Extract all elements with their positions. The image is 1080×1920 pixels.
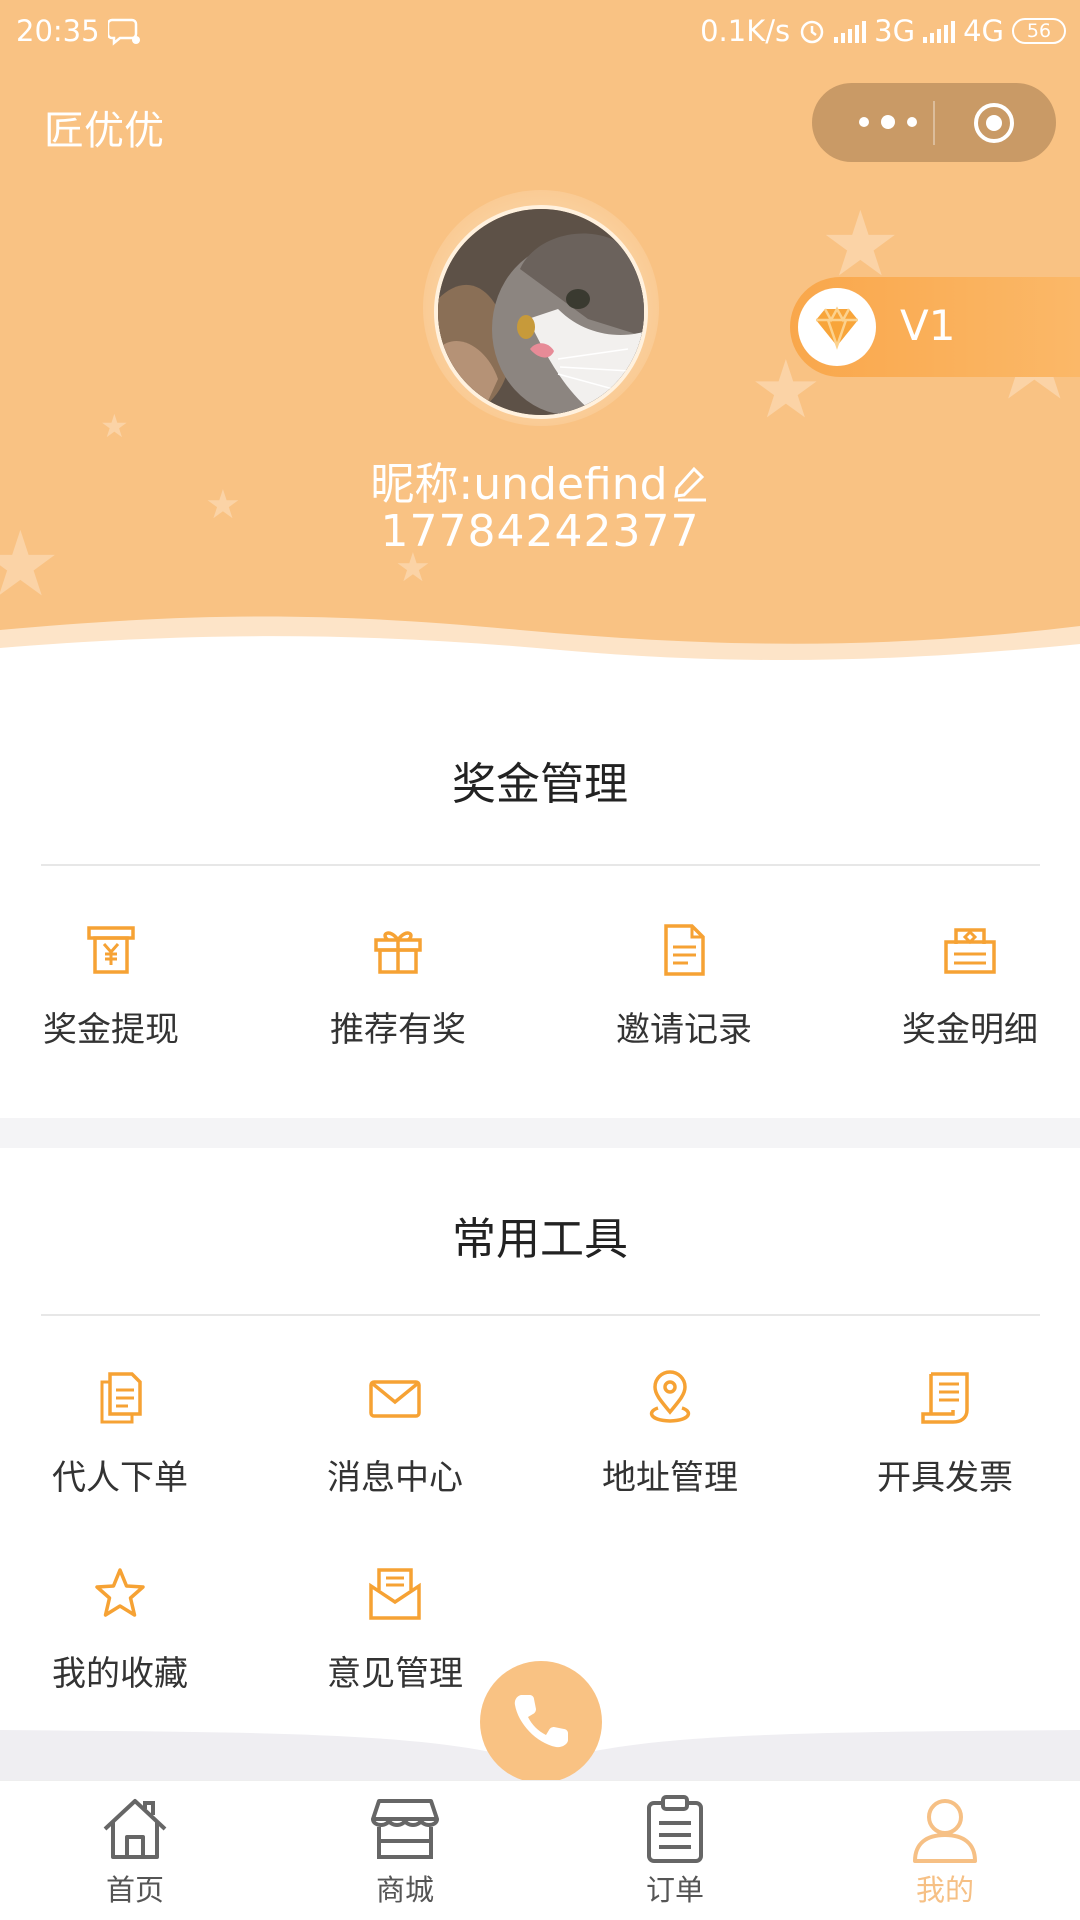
mini-program-capsule xyxy=(812,83,1056,162)
tool-item-label: 地址管理 xyxy=(602,1458,738,1498)
user-icon xyxy=(913,1799,977,1863)
section-separator xyxy=(0,1118,1080,1148)
shop-icon xyxy=(371,1799,439,1859)
order-for-others-button[interactable]: 代人下单 xyxy=(10,1370,230,1499)
phone-icon xyxy=(514,1695,568,1748)
clipboard-icon xyxy=(647,1795,703,1863)
phone-number: 17784242377 xyxy=(380,506,700,557)
my-favorites-button[interactable]: 我的收藏 xyxy=(10,1566,230,1695)
more-dots-icon[interactable] xyxy=(848,110,928,134)
bonus-section-divider xyxy=(41,864,1040,866)
tools-section-title: 常用工具 xyxy=(452,1214,628,1265)
network-speed: 0.1K/s xyxy=(700,14,791,48)
invite-records-button[interactable]: 邀请记录 xyxy=(574,922,794,1051)
edit-pencil-icon[interactable] xyxy=(670,463,710,503)
document-icon xyxy=(664,924,705,976)
tab-shop[interactable]: 商城 xyxy=(315,1793,495,1909)
header-wave xyxy=(0,616,1080,680)
close-miniprogram-icon[interactable] xyxy=(972,101,1016,145)
tool-item-label: 意见管理 xyxy=(327,1654,463,1694)
mail-icon xyxy=(369,1380,421,1418)
alarm-icon xyxy=(800,20,824,44)
call-button[interactable] xyxy=(480,1661,602,1783)
tab-home[interactable]: 首页 xyxy=(45,1793,225,1909)
cat-photo-icon xyxy=(438,209,644,415)
bonus-section-title: 奖金管理 xyxy=(452,759,628,810)
bonus-item-label: 奖金明细 xyxy=(902,1010,1038,1050)
message-center-button[interactable]: 消息中心 xyxy=(285,1370,505,1499)
decor-star: ★ xyxy=(100,407,129,445)
status-right-group: 0.1K/s 3G 4G 56 xyxy=(700,14,1066,48)
tab-label: 首页 xyxy=(105,1873,164,1907)
status-bar: 20:35 0.1K/s 3G 4G 56 xyxy=(0,0,1080,62)
capsule-divider xyxy=(933,101,935,145)
battery-level: 56 xyxy=(1026,20,1052,42)
tool-item-label: 开具发票 xyxy=(877,1458,1013,1498)
home-icon xyxy=(103,1799,167,1859)
diamond-icon xyxy=(816,306,858,350)
invoice-icon xyxy=(921,1372,969,1424)
network-type-2: 4G xyxy=(963,14,1004,48)
status-time: 20:35 xyxy=(16,14,100,48)
address-management-button[interactable]: 地址管理 xyxy=(560,1370,780,1499)
bonus-item-label: 推荐有奖 xyxy=(330,1010,466,1050)
avatar[interactable] xyxy=(434,205,648,419)
bonus-withdraw-button[interactable]: 奖金提现 xyxy=(1,922,221,1051)
tool-item-label: 我的收藏 xyxy=(52,1654,188,1694)
bonus-item-label: 奖金提现 xyxy=(43,1010,179,1050)
tool-item-label: 消息中心 xyxy=(327,1458,463,1498)
star-icon xyxy=(95,1568,145,1617)
tab-label: 我的 xyxy=(915,1873,974,1907)
battery-icon: 56 xyxy=(1012,18,1066,44)
member-level-badge[interactable]: V1 xyxy=(790,277,1080,377)
network-type-1: 3G xyxy=(874,14,916,48)
bonus-detail-icon xyxy=(944,928,996,974)
location-pin-icon xyxy=(649,1370,691,1423)
feedback-envelope-icon xyxy=(369,1568,421,1620)
nickname-text: 昵称:undefind xyxy=(370,459,668,510)
order-copy-icon xyxy=(100,1372,142,1424)
tab-mine[interactable]: 我的 xyxy=(855,1793,1035,1909)
level-label: V1 xyxy=(900,301,956,350)
feedback-management-button[interactable]: 意见管理 xyxy=(285,1566,505,1695)
level-icon-circle xyxy=(798,288,876,366)
tab-label: 商城 xyxy=(375,1873,434,1907)
tab-label: 订单 xyxy=(645,1873,704,1907)
tools-section-divider xyxy=(41,1314,1040,1316)
nickname-row[interactable]: 昵称:undefind xyxy=(0,448,1080,512)
tool-item-label: 代人下单 xyxy=(52,1458,188,1498)
tab-orders[interactable]: 订单 xyxy=(585,1793,765,1909)
bottom-tab-bar: 首页 商城 订单 我的 xyxy=(0,1780,1080,1920)
app-title: 匠优优 xyxy=(44,108,164,154)
referral-reward-button[interactable]: 推荐有奖 xyxy=(288,922,508,1051)
bonus-details-button[interactable]: 奖金明细 xyxy=(860,922,1080,1051)
signal-icon xyxy=(923,19,956,43)
bonus-item-label: 邀请记录 xyxy=(616,1010,752,1050)
issue-invoice-button[interactable]: 开具发票 xyxy=(835,1370,1055,1499)
signal-icon xyxy=(834,19,867,43)
chat-bubble-icon xyxy=(108,18,140,46)
cash-withdraw-icon xyxy=(87,926,135,974)
gift-icon xyxy=(374,931,422,974)
